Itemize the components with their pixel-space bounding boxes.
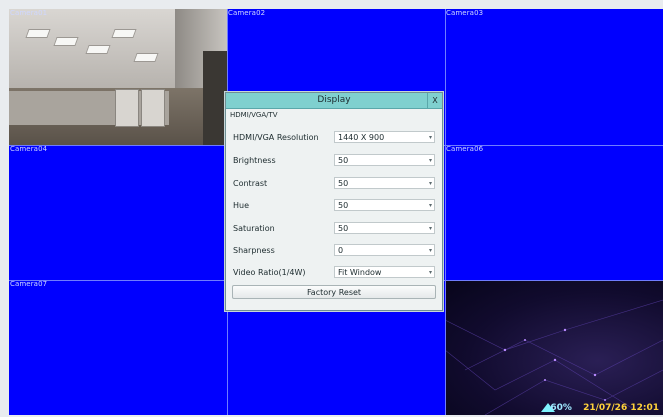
status-datetime: 21/07/26 12:01 [583,403,659,413]
camera-tile-07[interactable]: Camera07 [9,280,227,415]
camera-label-03: Camera03 [446,9,484,17]
display-dialog: Display X HDMI/VGA/TV HDMI/VGA Resolutio… [225,92,443,311]
resolution-value: 1440 X 900 [338,133,385,142]
dialog-title: Display [317,95,351,105]
contrast-select[interactable]: 50 ▾ [334,177,435,189]
contrast-label: Contrast [233,179,268,188]
network-lines-graphic [445,299,663,415]
resolution-select[interactable]: 1440 X 900 ▾ [334,131,435,143]
camera-label-01: Camera01 [10,9,48,17]
sharpness-label: Sharpness [233,246,275,255]
sharpness-select[interactable]: 0 ▾ [334,244,435,256]
chevron-down-icon: ▾ [428,247,432,254]
contrast-value: 50 [338,179,349,188]
chevron-down-icon: ▾ [428,269,432,276]
brightness-select[interactable]: 50 ▾ [334,154,435,166]
grid-divider [445,9,446,415]
camera-label-02: Camera02 [228,9,266,17]
factory-reset-button[interactable]: Factory Reset [232,285,436,299]
camera-tile-04[interactable]: Camera04 [9,145,227,280]
chevron-down-icon: ▾ [428,134,432,141]
dialog-titlebar[interactable]: Display X [226,93,442,109]
hue-select[interactable]: 50 ▾ [334,199,435,211]
camera-label-06: Camera06 [446,145,484,153]
camera-feed-01 [9,9,227,145]
chevron-down-icon: ▾ [428,157,432,164]
saturation-select[interactable]: 50 ▾ [334,222,435,234]
camera-tile-06[interactable]: Camera06 [445,145,663,280]
video-ratio-label: Video Ratio(1/4W) [233,268,306,277]
camera-tile-01[interactable]: Camera01 [9,9,227,145]
decorative-background: 60% 21/07/26 12:01 [445,280,663,415]
saturation-label: Saturation [233,224,275,233]
camera-tile-09[interactable]: 60% 21/07/26 12:01 [445,280,663,415]
resolution-label: HDMI/VGA Resolution [233,133,319,142]
close-button[interactable]: X [427,93,442,109]
saturation-value: 50 [338,224,349,233]
chevron-down-icon: ▾ [428,225,432,232]
status-percent: 60% [550,403,572,413]
camera-label-04: Camera04 [10,145,48,153]
video-ratio-value: Fit Window [338,268,382,277]
chevron-down-icon: ▾ [428,180,432,187]
section-label: HDMI/VGA/TV [230,111,278,119]
status-bar: 60% 21/07/26 12:01 [550,403,659,413]
hue-label: Hue [233,201,250,210]
brightness-label: Brightness [233,156,276,165]
chevron-down-icon: ▾ [428,202,432,209]
video-ratio-select[interactable]: Fit Window ▾ [334,266,435,278]
camera-tile-03[interactable]: Camera03 [445,9,663,145]
hue-value: 50 [338,201,349,210]
camera-label-07: Camera07 [10,280,48,288]
sharpness-value: 0 [338,246,344,255]
brightness-value: 50 [338,156,349,165]
